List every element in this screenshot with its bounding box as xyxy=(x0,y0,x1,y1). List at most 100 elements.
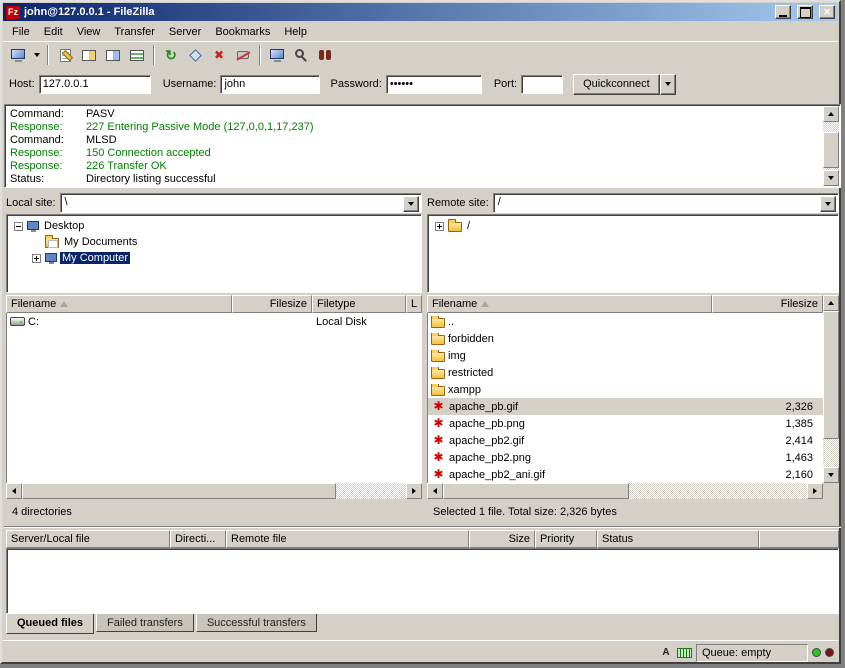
scrollbar-thumb[interactable] xyxy=(823,311,839,439)
tree-item-root[interactable]: / xyxy=(428,218,838,234)
file-row[interactable]: xampp xyxy=(428,381,823,398)
file-row[interactable]: apache_pb2.gif2,414 xyxy=(428,432,823,449)
username-input[interactable] xyxy=(220,75,320,94)
app-icon xyxy=(6,6,20,19)
tab-queued-files[interactable]: Queued files xyxy=(6,614,94,634)
column-filename[interactable]: Filename xyxy=(6,295,232,313)
menu-help[interactable]: Help xyxy=(277,24,314,40)
site-manager-dropdown-button[interactable] xyxy=(30,44,43,66)
remote-list-hscrollbar[interactable] xyxy=(427,483,823,499)
message-log-toggle-button[interactable] xyxy=(53,44,77,66)
scroll-up-button[interactable] xyxy=(823,106,839,122)
column-status[interactable]: Status xyxy=(597,530,759,548)
minimize-button[interactable] xyxy=(775,5,791,19)
expand-icon[interactable] xyxy=(32,254,41,263)
status-bar: Queue: empty xyxy=(3,640,838,664)
transfer-queue-toggle-button[interactable] xyxy=(125,44,149,66)
scroll-down-button[interactable] xyxy=(823,467,839,483)
file-row-selected[interactable]: apache_pb.gif2,326 xyxy=(428,398,823,415)
folder-icon xyxy=(431,386,445,396)
column-filesize[interactable]: Filesize xyxy=(232,295,312,313)
close-button[interactable] xyxy=(819,5,835,19)
reconnect-button[interactable] xyxy=(265,44,289,66)
column-direction[interactable]: Directi... xyxy=(170,530,226,548)
scrollbar-thumb[interactable] xyxy=(22,483,336,499)
menu-file[interactable]: File xyxy=(5,24,37,40)
local-site-combobox[interactable]: \ xyxy=(60,193,422,213)
menu-view[interactable]: View xyxy=(70,24,108,40)
host-input[interactable] xyxy=(39,75,151,94)
disconnect-button[interactable] xyxy=(231,44,255,66)
queue-list[interactable] xyxy=(6,548,839,614)
log-line: Response:150 Connection accepted xyxy=(10,147,820,160)
scroll-up-button[interactable] xyxy=(823,295,839,311)
quickconnect-dropdown-button[interactable] xyxy=(660,74,676,95)
scroll-left-button[interactable] xyxy=(6,483,22,499)
scroll-left-button[interactable] xyxy=(427,483,443,499)
remote-list-scrollbar[interactable] xyxy=(823,295,839,483)
local-treeview-toggle-button[interactable] xyxy=(77,44,101,66)
local-list-hscrollbar[interactable] xyxy=(6,483,422,499)
column-remote-file[interactable]: Remote file xyxy=(226,530,469,548)
menu-edit[interactable]: Edit xyxy=(37,24,70,40)
desktop-icon xyxy=(27,221,39,230)
expand-icon[interactable] xyxy=(435,222,444,231)
maximize-button[interactable] xyxy=(797,5,813,19)
log-scrollbar[interactable] xyxy=(823,106,839,186)
quickconnect-button[interactable]: Quickconnect xyxy=(573,74,660,95)
file-row[interactable]: img xyxy=(428,347,823,364)
column-server-local-file[interactable]: Server/Local file xyxy=(6,530,170,548)
collapse-icon[interactable] xyxy=(14,222,23,231)
scroll-right-button[interactable] xyxy=(406,483,422,499)
scrollbar-thumb[interactable] xyxy=(823,132,839,168)
chevron-down-icon xyxy=(825,202,831,206)
file-row[interactable]: C: Local Disk xyxy=(7,313,422,330)
scroll-right-button[interactable] xyxy=(807,483,823,499)
menu-transfer[interactable]: Transfer xyxy=(107,24,162,40)
combo-dropdown-button[interactable] xyxy=(820,196,836,212)
file-row[interactable]: restricted xyxy=(428,364,823,381)
site-manager-button[interactable] xyxy=(6,44,30,66)
process-queue-button[interactable] xyxy=(183,44,207,66)
local-site-row: Local site: \ xyxy=(6,192,422,213)
ascii-mode-icon[interactable] xyxy=(659,647,673,658)
file-row[interactable]: forbidden xyxy=(428,330,823,347)
column-priority[interactable]: Priority xyxy=(535,530,597,548)
reconnect-icon xyxy=(270,49,284,59)
column-filetype[interactable]: Filetype xyxy=(312,295,406,313)
column-filesize[interactable]: Filesize xyxy=(712,295,823,313)
tab-failed-transfers[interactable]: Failed transfers xyxy=(96,614,194,632)
file-row[interactable]: .. xyxy=(428,313,823,330)
send-led-icon xyxy=(825,648,834,657)
tree-item-my-computer[interactable]: My Computer xyxy=(7,250,421,266)
keyboard-icon[interactable] xyxy=(677,648,692,658)
scrollbar-thumb[interactable] xyxy=(443,483,629,499)
menu-server[interactable]: Server xyxy=(162,24,208,40)
tab-successful-transfers[interactable]: Successful transfers xyxy=(196,614,317,632)
remote-treeview-toggle-button[interactable] xyxy=(101,44,125,66)
tree-item-my-documents[interactable]: My Documents xyxy=(7,234,421,250)
arrow-up-icon xyxy=(828,301,834,305)
titlebar[interactable]: john@127.0.0.1 - FileZilla xyxy=(3,3,838,21)
port-input[interactable] xyxy=(521,75,563,94)
menu-bookmarks[interactable]: Bookmarks xyxy=(208,24,277,40)
arrow-up-icon xyxy=(828,112,834,116)
chevron-down-icon xyxy=(34,53,40,57)
file-row[interactable]: apache_pb.png1,385 xyxy=(428,415,823,432)
combo-dropdown-button[interactable] xyxy=(403,196,419,212)
column-last-modified[interactable]: L xyxy=(406,295,422,313)
password-input[interactable] xyxy=(386,75,482,94)
find-files-button[interactable] xyxy=(313,44,337,66)
cancel-button[interactable] xyxy=(207,44,231,66)
remote-site-combobox[interactable]: / xyxy=(493,193,839,213)
column-size[interactable]: Size xyxy=(469,530,535,548)
scroll-down-button[interactable] xyxy=(823,170,839,186)
refresh-button[interactable] xyxy=(159,44,183,66)
file-row[interactable]: apache_pb2_ani.gif2,160 xyxy=(428,466,823,483)
arrow-right-icon xyxy=(813,488,817,494)
log-line: Response:226 Transfer OK xyxy=(10,160,820,173)
file-row[interactable]: apache_pb2.png1,463 xyxy=(428,449,823,466)
tree-item-desktop[interactable]: Desktop xyxy=(7,218,421,234)
column-filename[interactable]: Filename xyxy=(427,295,712,313)
filter-button[interactable] xyxy=(289,44,313,66)
